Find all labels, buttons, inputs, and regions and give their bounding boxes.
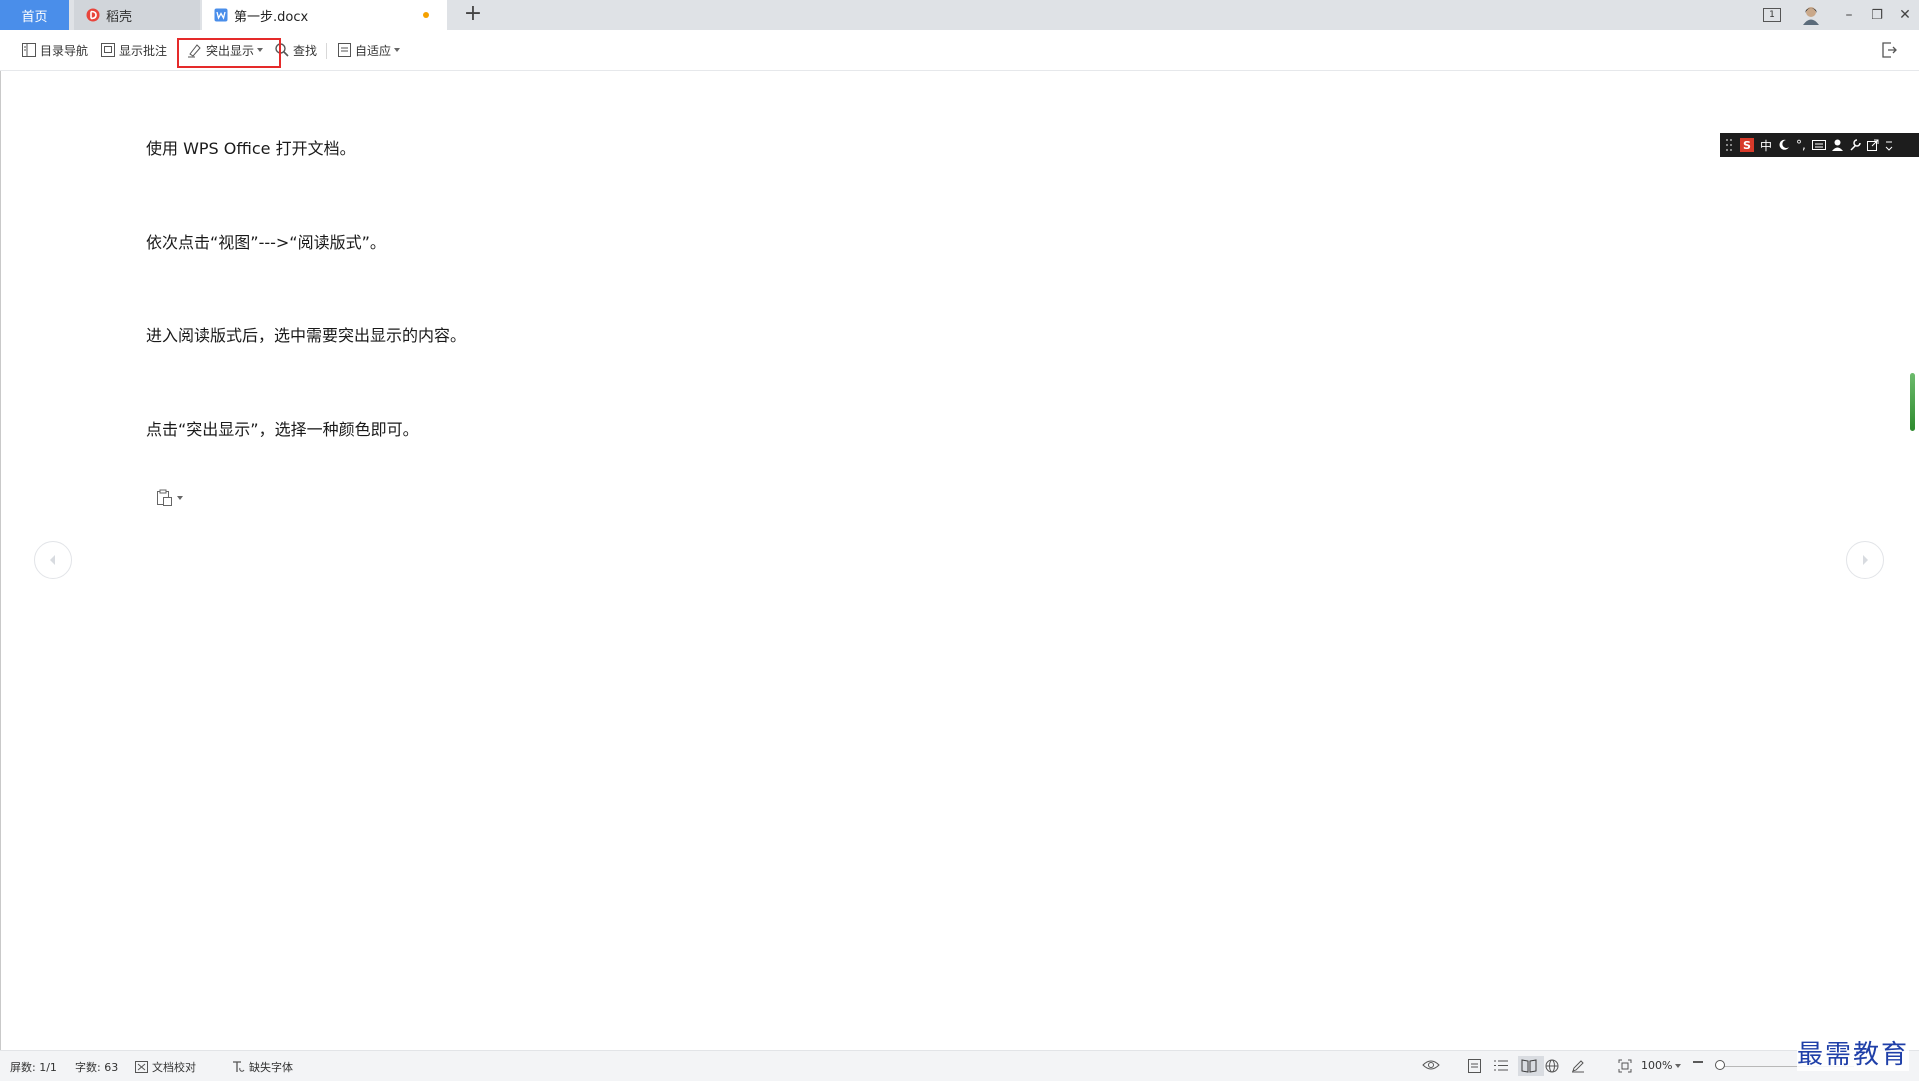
page-view-button[interactable]: 1 [1760,0,1784,30]
find-button[interactable]: 查找 [275,38,317,62]
clipboard-icon [157,489,172,506]
eye-protect-button[interactable] [1422,1059,1444,1071]
write-view-button[interactable] [1571,1059,1589,1073]
close-button[interactable]: ✕ [1893,0,1917,30]
sogou-logo-icon: S [1740,138,1754,152]
tab-document[interactable]: 第一步.docx [202,0,447,30]
fit-page-icon [338,43,351,57]
fit-window-icon [1618,1059,1632,1073]
fit-window-button[interactable] [1618,1059,1636,1073]
paste-options-button[interactable] [156,489,183,507]
tab-daoke[interactable]: 稻壳 [74,0,200,30]
proofread-button[interactable]: 文档校对 [135,1059,196,1075]
minimize-button[interactable]: – [1836,0,1862,30]
zoom-slider-handle[interactable] [1715,1060,1725,1070]
eye-icon [1422,1060,1440,1070]
proofread-label: 文档校对 [152,1061,196,1074]
toolbar-divider [326,43,327,59]
toc-nav-button[interactable]: 目录导航 [22,38,88,62]
word-count[interactable]: 字数: 63 [75,1059,118,1075]
web-view-button[interactable] [1545,1059,1563,1073]
previous-page-button[interactable] [34,541,72,579]
minus-icon [1693,1061,1703,1063]
paragraph: 依次点击“视图”--->“阅读版式”。 [146,233,386,252]
keyboard-icon[interactable] [1811,140,1826,150]
reading-view-button[interactable] [1518,1056,1544,1076]
title-bar: 首页 稻壳 第一步.docx + 1 – ❐ ✕ [0,0,1919,30]
missing-fonts-label: 缺失字体 [249,1061,293,1074]
page-view-badge: 1 [1769,10,1775,20]
tab-home-label: 首页 [21,9,48,25]
missing-fonts-button[interactable]: 缺失字体 [232,1059,293,1075]
exit-icon [1882,42,1897,58]
find-label: 查找 [293,43,318,58]
fit-label: 自适应 [355,43,392,58]
chevron-down-icon [177,496,183,500]
avatar-icon [1803,7,1819,25]
ime-grip-icon [1726,139,1732,151]
book-icon [1521,1059,1537,1073]
reading-toolbar: 目录导航 显示批注 突出显示 查找 自适应 [0,30,1919,71]
ime-toolbar[interactable]: S 中 °, [1720,133,1919,157]
daoke-icon [86,8,100,22]
toc-nav-label: 目录导航 [40,43,89,58]
toc-nav-icon [22,43,36,57]
scrollbar-thumb[interactable] [1910,373,1915,431]
comments-icon [101,43,115,57]
chevron-down-icon [1675,1063,1682,1068]
share-icon[interactable] [1866,139,1879,151]
ime-punctuation[interactable]: °, [1796,138,1806,152]
paragraph: 使用 WPS Office 打开文档。 [146,139,356,158]
show-comments-button[interactable]: 显示批注 [101,38,167,62]
ime-language[interactable]: 中 [1760,137,1772,154]
status-bar: 屏数: 1/1 字数: 63 文档校对 缺失字体 100% [0,1050,1919,1081]
outline-view-button[interactable] [1494,1059,1512,1072]
unsaved-indicator [423,12,429,18]
outline-list-icon [1494,1060,1508,1071]
zoom-level-dropdown[interactable]: 100% [1641,1059,1682,1072]
pen-icon [1572,1060,1584,1073]
page-view-mode-button[interactable] [1468,1059,1485,1073]
moon-icon[interactable] [1778,139,1790,151]
chevron-down-icon [394,48,401,52]
user-avatar[interactable] [1799,0,1823,30]
next-page-button[interactable] [1846,541,1884,579]
word-doc-icon [214,8,228,22]
globe-icon [1545,1059,1559,1073]
tab-home[interactable]: 首页 [0,0,69,30]
wrench-icon[interactable] [1849,139,1861,151]
zoom-level: 100% [1641,1059,1673,1072]
chevron-right-icon [1863,555,1868,565]
new-tab-button[interactable]: + [461,3,485,27]
document-page [0,71,1919,1050]
tab-document-label: 第一步.docx [234,9,309,25]
screen-count: 屏数: 1/1 [10,1061,57,1074]
fit-button[interactable]: 自适应 [338,38,401,62]
show-comments-label: 显示批注 [119,43,168,58]
chevron-left-icon [50,555,55,565]
restore-button[interactable]: ❐ [1864,0,1890,30]
proofread-icon [135,1061,148,1073]
highlight-callout-frame [177,38,281,68]
user-icon[interactable] [1831,139,1843,151]
page-view-mode-icon [1468,1059,1481,1073]
paragraph: 进入阅读版式后，选中需要突出显示的内容。 [146,326,467,345]
paragraph: 点击“突出显示”，选择一种颜色即可。 [146,420,419,439]
exit-reading-button[interactable] [1881,38,1901,62]
page-edge [0,71,1,1050]
zoom-out-button[interactable] [1693,1057,1707,1067]
ime-menu-icon[interactable] [1885,139,1893,151]
font-icon [233,1061,245,1072]
tab-daoke-label: 稻壳 [106,9,133,25]
watermark-logo: 最需教育 [1797,1034,1910,1071]
